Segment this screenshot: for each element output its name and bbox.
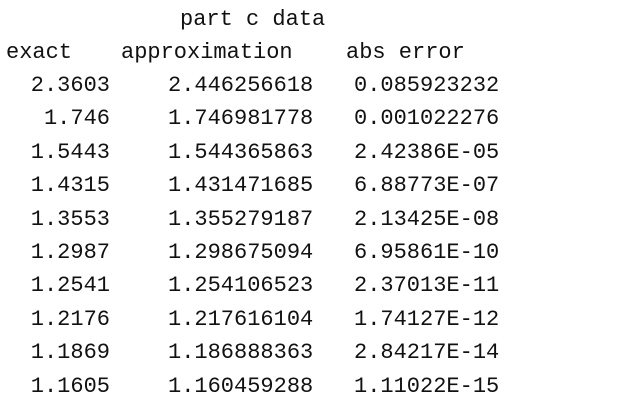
table-row: 1.2541 1.254106523 2.37013E-11 (0, 272, 625, 305)
header-approximation: approximation (121, 40, 293, 65)
cell-exact: 1.746 (43, 106, 110, 132)
cell-abs-error: 2.84217E-14 (354, 340, 500, 366)
table-row: 1.3553 1.355279187 2.13425E-08 (0, 206, 625, 239)
table-row: 1.2987 1.298675094 6.95861E-10 (0, 239, 625, 272)
cell-approximation: 1.217616104 (168, 306, 314, 332)
header-exact: exact (6, 40, 73, 65)
cell-abs-error: 2.42386E-05 (354, 139, 500, 165)
cell-exact: 1.2176 (30, 306, 110, 332)
table-row: 2.3603 2.446256618 0.085923232 (0, 72, 625, 105)
cell-approximation: 1.186888363 (168, 340, 314, 366)
cell-abs-error: 1.11022E-15 (354, 373, 500, 399)
cell-approximation: 1.254106523 (168, 273, 314, 299)
cell-approximation: 1.544365863 (168, 139, 314, 165)
table-row: 1.746 1.746981778 0.001022276 (0, 105, 625, 138)
table-title: part c data (180, 7, 326, 32)
table-row: 1.4315 1.431471685 6.88773E-07 (0, 172, 625, 205)
cell-approximation: 1.746981778 (168, 106, 314, 132)
table-row: 1.1605 1.160459288 1.11022E-15 (0, 373, 625, 406)
cell-approximation: 1.355279187 (168, 206, 314, 232)
cell-abs-error: 6.95861E-10 (354, 239, 500, 265)
cell-approximation: 2.446256618 (168, 73, 314, 98)
cell-abs-error: 1.74127E-12 (354, 306, 500, 332)
table-rows: 2.3603 2.446256618 0.085923232 1.746 1.7… (0, 72, 625, 406)
cell-exact: 1.2987 (30, 239, 110, 265)
cell-exact: 1.5443 (30, 139, 110, 165)
cell-abs-error: 2.13425E-08 (354, 206, 500, 232)
cell-exact: 1.1605 (30, 373, 110, 399)
cell-exact: 1.1869 (30, 340, 110, 366)
cell-approximation: 1.160459288 (168, 373, 314, 399)
cell-exact: 1.3553 (30, 206, 110, 232)
data-table-document: part c data exact approximation abs erro… (0, 0, 625, 405)
cell-exact: 1.2541 (30, 273, 110, 299)
table-row: 1.5443 1.544365863 2.42386E-05 (0, 139, 625, 172)
cell-exact: 1.4315 (30, 173, 110, 199)
cell-abs-error: 2.37013E-11 (354, 273, 500, 299)
cell-abs-error: 0.085923232 (354, 73, 500, 98)
table-row: 1.1869 1.186888363 2.84217E-14 (0, 339, 625, 372)
cell-exact: 2.3603 (30, 73, 110, 98)
header-abs-error: abs error (346, 40, 465, 65)
cell-approximation: 1.431471685 (168, 173, 314, 199)
cell-abs-error: 6.88773E-07 (354, 173, 500, 199)
table-row: 1.2176 1.217616104 1.74127E-12 (0, 306, 625, 339)
cell-approximation: 1.298675094 (168, 239, 314, 265)
cell-abs-error: 0.001022276 (354, 106, 500, 132)
